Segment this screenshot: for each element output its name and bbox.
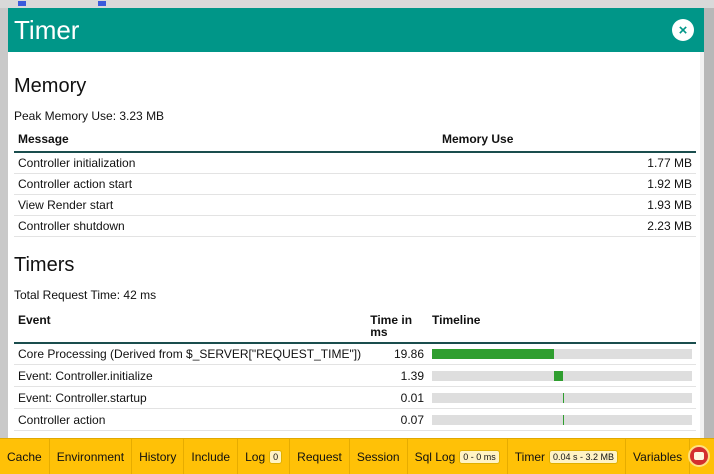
total-request-time-label: Total Request Time: bbox=[14, 287, 121, 302]
toolbar-item-log[interactable]: Log 0 bbox=[238, 439, 291, 474]
table-row: Event: Controller.startup 0.01 bbox=[14, 386, 696, 409]
timeline-bar bbox=[562, 414, 564, 425]
timeline-track bbox=[432, 392, 692, 403]
toolbar-item-history[interactable]: History bbox=[132, 439, 185, 474]
toolbar-item-label: Cache bbox=[7, 449, 42, 464]
toolbar-item-label: History bbox=[139, 449, 177, 464]
background-link-marker bbox=[18, 1, 26, 6]
background-page-right bbox=[704, 8, 714, 438]
memory-message: Controller action start bbox=[14, 173, 438, 195]
table-row: Controller shutdown 2.23 MB bbox=[14, 215, 696, 237]
memory-table-header: Message Memory Use bbox=[14, 132, 696, 153]
table-row: View Render start 1.93 MB bbox=[14, 194, 696, 216]
timer-time: 19.86 bbox=[366, 342, 428, 365]
toolbar-item-variables[interactable]: Variables bbox=[626, 439, 691, 474]
timer-event: Controller action bbox=[14, 408, 367, 431]
background-link-marker bbox=[98, 1, 106, 6]
timer-time: 0.01 bbox=[366, 386, 428, 409]
timer-panel: Timer × Memory Peak Memory Use: 3.23 MB … bbox=[8, 8, 704, 438]
memory-message: Controller shutdown bbox=[14, 215, 438, 237]
table-row: Core Processing (Derived from $_SERVER["… bbox=[14, 342, 696, 365]
total-request-time-summary: Total Request Time: 42 ms bbox=[14, 287, 698, 303]
table-row: Controller initialization 1.77 MB bbox=[14, 152, 696, 174]
toolbar-item-label: Sql Log bbox=[414, 449, 456, 464]
panel-scrollbar[interactable] bbox=[700, 52, 704, 438]
table-row: Controller action start 1.92 MB bbox=[14, 173, 696, 195]
cakephp-logo-icon[interactable] bbox=[688, 445, 710, 467]
toolbar-item-badge: 0 - 0 ms bbox=[459, 449, 500, 464]
table-row: Controller action 0.07 bbox=[14, 408, 696, 431]
background-page-strip bbox=[0, 0, 714, 8]
timer-event: Event: Controller.initialize bbox=[14, 364, 367, 387]
memory-value: 1.92 MB bbox=[438, 173, 696, 195]
background-page-left bbox=[0, 8, 8, 438]
table-row: Event: Controller.initialize 1.39 bbox=[14, 364, 696, 387]
toolbar-item-request[interactable]: Request bbox=[290, 439, 350, 474]
column-header-memory-use: Memory Use bbox=[438, 132, 696, 153]
timeline-bar bbox=[554, 370, 563, 381]
debug-toolbar: Cache Environment History Include Log 0 Reques… bbox=[0, 438, 714, 474]
timer-event: Core Processing (Derived from $_SERVER["… bbox=[14, 342, 367, 365]
panel-header: Timer × bbox=[8, 8, 704, 52]
panel-body: Memory Peak Memory Use: 3.23 MB Message … bbox=[14, 52, 698, 438]
total-request-time-value: 42 ms bbox=[123, 287, 157, 302]
timers-heading: Timers bbox=[14, 253, 75, 276]
column-header-timeline: Timeline bbox=[428, 310, 696, 344]
memory-message: Controller initialization bbox=[14, 152, 438, 174]
timer-timeline-cell bbox=[428, 364, 696, 387]
timer-timeline-cell bbox=[428, 408, 696, 431]
memory-value: 2.23 MB bbox=[438, 215, 696, 237]
toolbar-item-label: Timer bbox=[514, 449, 545, 464]
toolbar-item-label: Request bbox=[297, 449, 342, 464]
toolbar-item-label: Variables bbox=[633, 449, 683, 464]
memory-heading: Memory bbox=[14, 75, 87, 97]
memory-table: Message Memory Use Controller initializa… bbox=[14, 132, 696, 237]
peak-memory-summary: Peak Memory Use: 3.23 MB bbox=[14, 108, 698, 124]
toolbar-item-label: Include bbox=[191, 449, 231, 464]
close-button[interactable]: × bbox=[672, 19, 694, 41]
memory-value: 1.93 MB bbox=[438, 194, 696, 216]
panel-title: Timer bbox=[14, 15, 80, 45]
timeline-track bbox=[432, 414, 692, 425]
toolbar-item-badge: 0.04 s - 3.2 MB bbox=[549, 449, 619, 464]
timeline-track bbox=[432, 348, 692, 359]
timeline-track bbox=[432, 370, 692, 381]
memory-value: 1.77 MB bbox=[438, 152, 696, 174]
timer-timeline-cell bbox=[428, 386, 696, 409]
timer-event: Event: Controller.startup bbox=[14, 386, 367, 409]
close-icon: × bbox=[678, 21, 688, 39]
peak-memory-label: Peak Memory Use: bbox=[14, 109, 117, 123]
toolbar-item-label: Log bbox=[245, 449, 266, 464]
toolbar-item-label: Environment bbox=[56, 449, 125, 464]
toolbar-item-badge: 0 bbox=[269, 449, 283, 464]
toolbar-item-timer[interactable]: Timer 0.04 s - 3.2 MB bbox=[508, 439, 627, 474]
timer-time: 0.07 bbox=[366, 408, 428, 431]
toolbar-item-sql-log[interactable]: Sql Log 0 - 0 ms bbox=[408, 439, 508, 474]
memory-message: View Render start bbox=[14, 194, 438, 216]
peak-memory-value: 3.23 MB bbox=[119, 109, 165, 123]
toolbar-item-session[interactable]: Session bbox=[350, 439, 408, 474]
toolbar-item-label: Session bbox=[356, 449, 400, 464]
timer-timeline-cell bbox=[428, 342, 696, 365]
column-header-message: Message bbox=[14, 132, 438, 153]
timer-time: 1.39 bbox=[366, 364, 428, 387]
timeline-bar bbox=[562, 392, 564, 403]
column-header-event: Event bbox=[14, 310, 367, 344]
toolbar-item-cache[interactable]: Cache bbox=[0, 439, 50, 474]
column-header-time: Time in ms bbox=[366, 310, 428, 344]
timeline-bar bbox=[432, 348, 555, 359]
timers-table: Event Time in ms Timeline Core Processin… bbox=[14, 310, 696, 431]
toolbar-item-environment[interactable]: Environment bbox=[50, 439, 133, 474]
timers-table-header: Event Time in ms Timeline bbox=[14, 310, 696, 344]
toolbar-item-include[interactable]: Include bbox=[184, 439, 239, 474]
